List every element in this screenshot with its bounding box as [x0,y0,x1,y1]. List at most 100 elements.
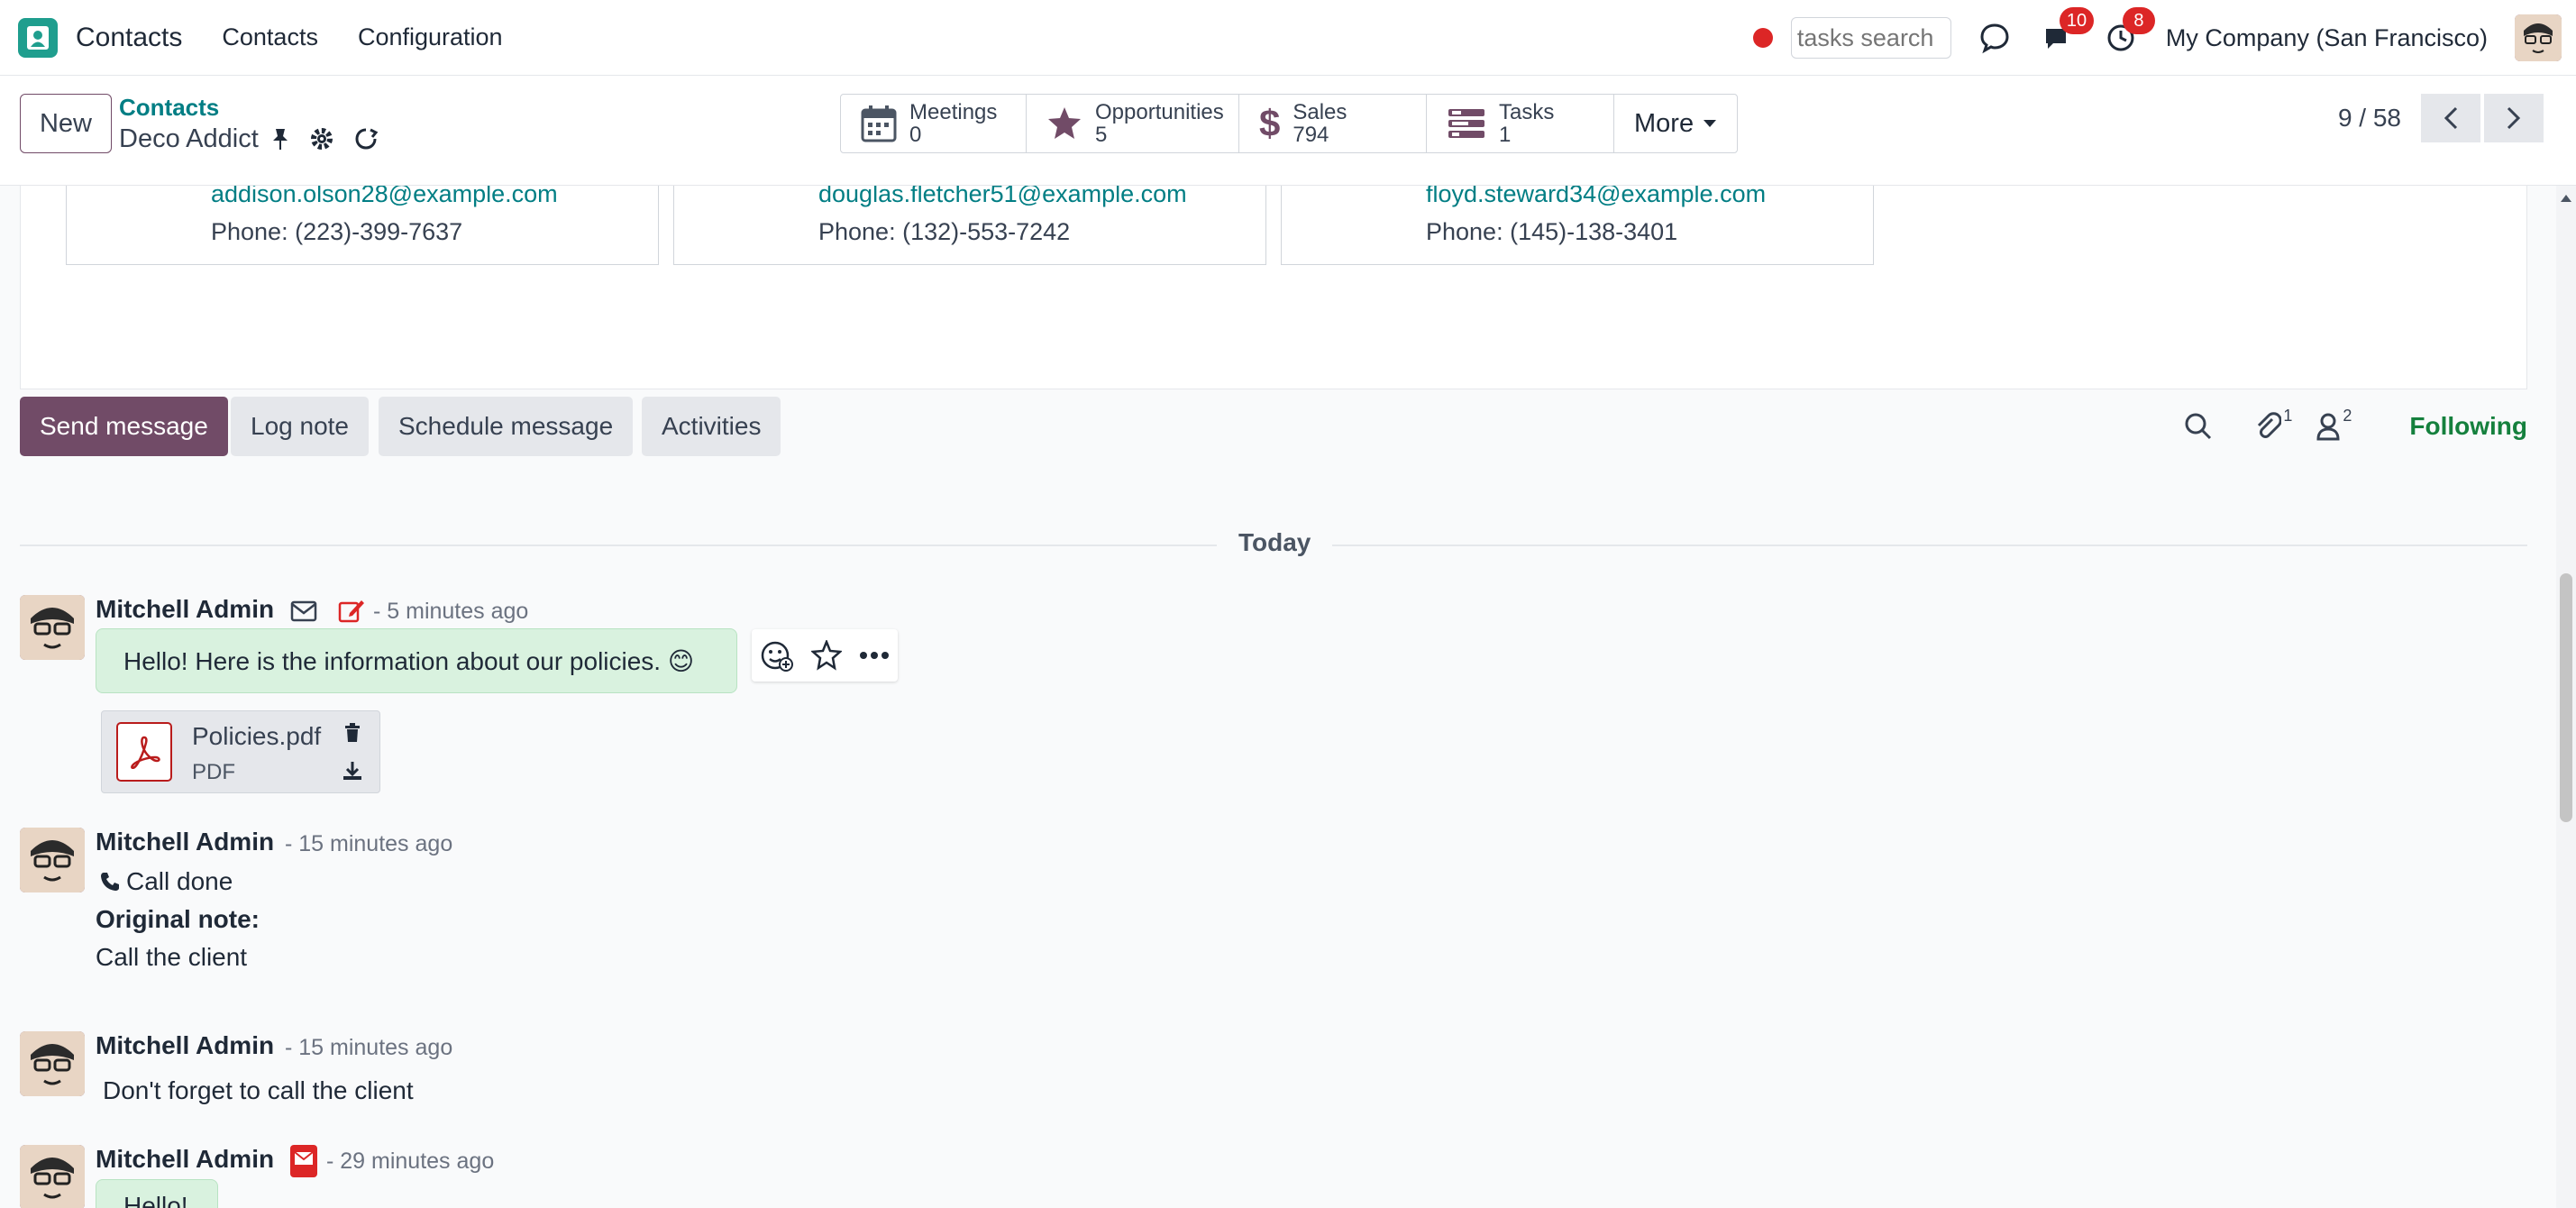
followers-icon[interactable] [2316,412,2341,441]
navbar-right: 10 8 My Company (San Francisco) [1752,0,2576,76]
pin-icon[interactable] [270,127,290,151]
contact-email[interactable]: douglas.fletcher51@example.com [818,186,1187,208]
pdf-file-icon [116,722,172,782]
gear-icon[interactable] [310,127,333,151]
download-icon[interactable] [342,760,363,782]
sms-icon[interactable] [288,1143,319,1179]
sales-count: 794 [1293,123,1329,147]
message-author[interactable]: Mitchell Admin [96,1031,274,1060]
more-label: More [1634,108,1694,138]
contact-email[interactable]: addison.olson28@example.com [211,186,558,208]
chatter-topbar: Send message Log note Schedule message A… [20,397,2527,458]
breadcrumb-contacts[interactable]: Contacts [119,94,219,122]
discuss-icon[interactable] [1977,20,2013,56]
activities-button[interactable]: Activities [642,397,781,456]
contact-phone: Phone: (145)-138-3401 [1426,218,1678,245]
message-author[interactable]: Mitchell Admin [96,828,274,856]
meetings-count: 0 [909,123,922,147]
attachment-name[interactable]: Policies.pdf [192,722,321,751]
contact-email[interactable]: floyd.steward34@example.com [1426,186,1766,208]
record-pager: 9 / 58 [2338,94,2544,142]
opportunities-label: Opportunities [1095,99,1224,124]
contact-card[interactable]: douglas.fletcher51@example.com Phone: (1… [673,186,1266,265]
author-avatar[interactable] [20,1031,85,1096]
contact-phone: Phone: (132)-553-7242 [818,218,1071,245]
activities-badge: 8 [2122,7,2155,34]
menu-configuration[interactable]: Configuration [358,23,503,51]
message-author[interactable]: Mitchell Admin [96,1145,274,1174]
caret-down-icon [1704,120,1717,127]
new-button[interactable]: New [20,94,112,153]
following-button[interactable]: Following [2409,412,2527,441]
sales-label: Sales [1293,99,1347,124]
contact-phone: Phone: (223)-399-7637 [211,218,463,245]
messages-icon[interactable]: 10 [2040,7,2095,56]
tasks-search-input[interactable] [1790,17,1951,59]
author-avatar[interactable] [20,828,85,892]
sales-smart-button[interactable]: $ Sales 794 [1239,95,1427,152]
envelope-icon[interactable] [290,600,317,622]
log-note-button[interactable]: Log note [231,397,369,456]
more-dropdown[interactable]: More [1614,95,1737,152]
page-scrollbar[interactable] [2556,186,2576,1208]
star-icon[interactable] [810,640,842,671]
scroll-up-icon[interactable] [2561,195,2571,202]
smart-buttons: Meetings 0 Opportunities 5 $ Sales 794 Task… [840,94,1739,153]
user-avatar[interactable] [2515,14,2562,61]
meetings-smart-button[interactable]: Meetings 0 [841,95,1027,152]
menu-contacts[interactable]: Contacts [222,23,318,51]
contact-card[interactable]: addison.olson28@example.com Phone: (223)… [66,186,659,265]
paperclip-icon[interactable] [2254,412,2282,441]
message-bubble: Hello! [96,1179,218,1208]
more-options-icon[interactable] [859,651,890,660]
recording-indicator-icon[interactable] [1752,28,1773,48]
refresh-icon[interactable] [353,126,379,151]
pager-value[interactable]: 9 / 58 [2338,104,2401,133]
contacts-app-icon[interactable] [18,17,58,58]
dollar-icon: $ [1259,102,1281,144]
message-timestamp: - 29 minutes ago [326,1149,495,1174]
message-bubble: Hello! Here is the information about our… [96,628,737,693]
app-title[interactable]: Contacts [76,23,182,53]
record-actions [270,126,379,151]
search-icon[interactable] [2184,412,2213,441]
trash-icon[interactable] [343,722,361,744]
message-timestamp: - 15 minutes ago [285,1035,453,1060]
message-body: Hello! Here is the information about our… [123,646,695,675]
contacts-section: addison.olson28@example.com Phone: (223)… [20,186,2527,389]
date-separator-label: Today [1217,528,1333,557]
tasks-smart-button[interactable]: Tasks 1 [1427,95,1614,152]
form-content: addison.olson28@example.com Phone: (223)… [0,186,2576,1208]
attachment-type: PDF [192,760,235,784]
calendar-icon [861,105,897,142]
scrollbar-thumb[interactable] [2560,573,2572,822]
pager-previous-button[interactable] [2421,94,2480,142]
tasks-count: 1 [1499,123,1512,147]
author-avatar[interactable] [20,1145,85,1208]
message-body: Call done [126,867,233,895]
schedule-message-button[interactable]: Schedule message [379,397,634,456]
activities-clock-icon[interactable]: 8 [2103,7,2155,56]
message-timestamp: - 5 minutes ago [373,599,529,624]
messages-badge: 10 [2059,7,2095,34]
pager-next-button[interactable] [2484,94,2544,142]
chatter-tools: 1 2 Following [2184,397,2527,456]
message-timestamp: - 15 minutes ago [285,831,453,856]
message-author[interactable]: Mitchell Admin [96,595,274,624]
app-root: Contacts Contacts Configuration 10 8 My … [0,0,2576,1208]
chevron-left-icon [2444,106,2458,130]
opportunities-smart-button[interactable]: Opportunities 5 [1027,95,1239,152]
followers-count: 2 [2343,406,2352,425]
contact-card[interactable]: floyd.steward34@example.com Phone: (145)… [1281,186,1874,265]
opportunities-count: 5 [1095,123,1108,147]
phone-icon [101,873,119,891]
meetings-label: Meetings [909,99,998,124]
send-message-button[interactable]: Send message [20,397,228,456]
attachments-count: 1 [2283,406,2293,425]
edit-icon[interactable] [337,597,366,626]
attachment-card[interactable]: Policies.pdf PDF [101,710,380,793]
message-body: Don't forget to call the client [103,1076,414,1104]
author-avatar[interactable] [20,595,85,660]
company-switcher[interactable]: My Company (San Francisco) [2166,24,2488,52]
add-reaction-icon[interactable] [760,638,794,673]
